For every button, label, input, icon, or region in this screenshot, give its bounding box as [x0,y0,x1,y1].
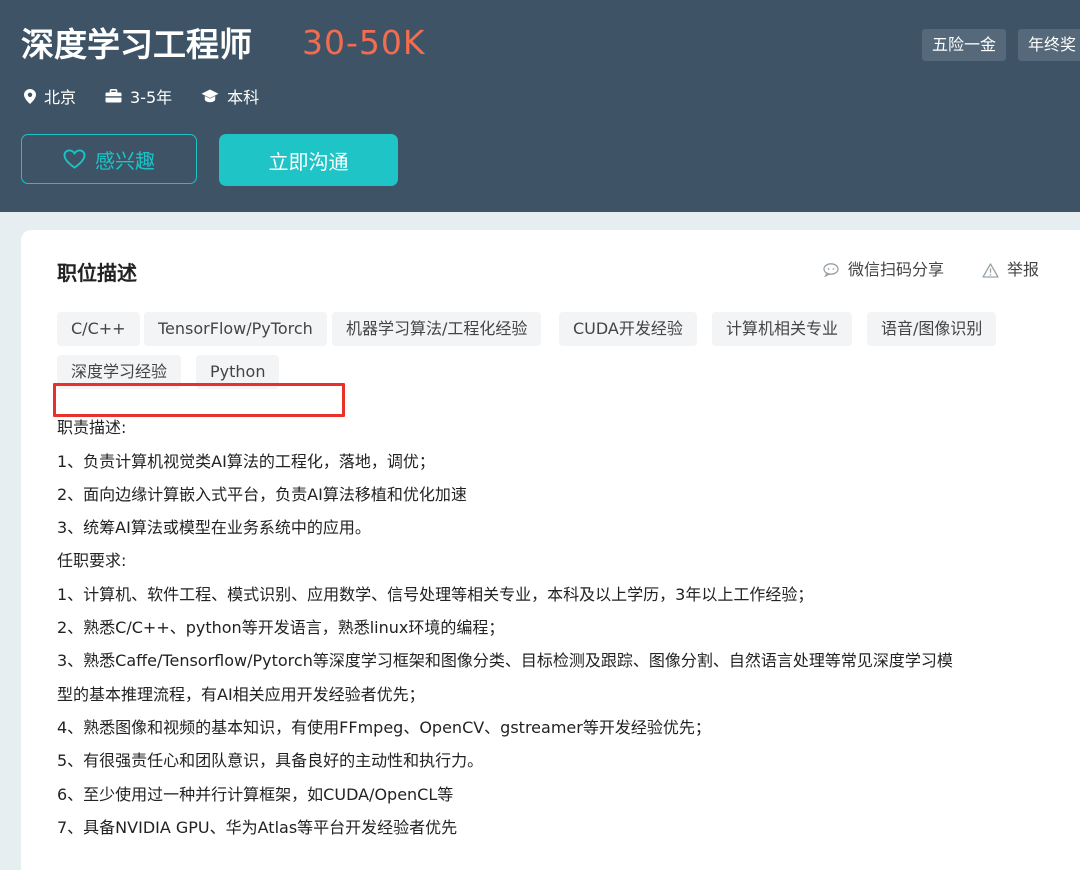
report-label: 举报 [1007,260,1040,279]
chat-now-button-label: 立即沟通 [268,149,349,174]
warning-icon [982,262,999,278]
highlight-annotation-box [53,383,345,417]
interest-button-label: 感兴趣 [95,148,155,173]
heart-icon [63,149,86,169]
skill-tag: 语音/图像识别 [867,312,997,346]
skill-tag: C/C++ [57,312,140,346]
description-line: 6、至少使用过一种并行计算框架，如CUDA/OpenCL等 [57,785,454,804]
share-label: 微信扫码分享 [848,260,945,279]
location-icon [24,88,36,104]
job-title: 深度学习工程师 [21,25,252,64]
description-line: 1、负责计算机视觉类AI算法的工程化，落地，调优； [57,452,435,471]
meta-education: 本科 [201,84,259,108]
description-line: 4、熟悉图像和视频的基本知识，有使用FFmpeg、OpenCV、gstreame… [57,718,711,737]
chat-bubble-icon [823,263,839,277]
section-title: 职位描述 [57,261,137,285]
description-line: 3、统筹AI算法或模型在业务系统中的应用。 [57,518,371,537]
benefit-tag: 年终奖 [1018,29,1080,61]
benefit-tag: 五险一金 [922,29,1007,61]
location-text: 北京 [44,88,77,107]
report-link[interactable]: 举报 [982,258,1039,282]
briefcase-icon [105,89,122,103]
education-text: 本科 [227,88,260,107]
skill-tag: CUDA开发经验 [559,312,697,346]
graduation-cap-icon [201,89,219,103]
description-line: 1、计算机、软件工程、模式识别、应用数学、信号处理等相关专业，本科及以上学历，3… [57,585,814,604]
experience-text: 3-5年 [130,88,173,107]
job-meta: 北京 3-5年 本科 [24,84,288,108]
skill-tag: 机器学习算法/工程化经验 [332,312,542,346]
description-line: 任职要求: [57,551,127,570]
description-line: 2、面向边缘计算嵌入式平台，负责AI算法移植和优化加速 [57,485,467,504]
wechat-share-link[interactable]: 微信扫码分享 [823,258,944,282]
skill-tag: 计算机相关专业 [712,312,853,346]
job-description-card: 职位描述 微信扫码分享 举报 C/C++ TensorFlow/PyTorch … [21,230,1080,870]
job-header: 深度学习工程师 30-50K 五险一金 年终奖 北京 3-5年 本科 感兴趣 立… [0,0,1080,212]
description-line: 7、具备NVIDIA GPU、华为Atlas等平台开发经验者优先 [57,818,458,837]
chat-now-button[interactable]: 立即沟通 [219,134,398,186]
meta-location: 北京 [24,84,76,108]
description-line: 型的基本推理流程，有AI相关应用开发经验者优先； [57,685,425,704]
description-line: 2、熟悉C/C++、python等开发语言，熟悉linux环境的编程； [57,618,505,637]
salary: 30-50K [302,23,426,62]
skill-tag: TensorFlow/PyTorch [144,312,327,346]
description-line: 职责描述: [57,418,127,437]
meta-experience: 3-5年 [105,84,172,108]
description-line: 3、熟悉Caffe/Tensorflow/Pytorch等深度学习框架和图像分类… [57,651,953,670]
interest-button[interactable]: 感兴趣 [21,134,197,184]
description-line: 5、有很强责任心和团队意识，具备良好的主动性和执行力。 [57,751,484,770]
